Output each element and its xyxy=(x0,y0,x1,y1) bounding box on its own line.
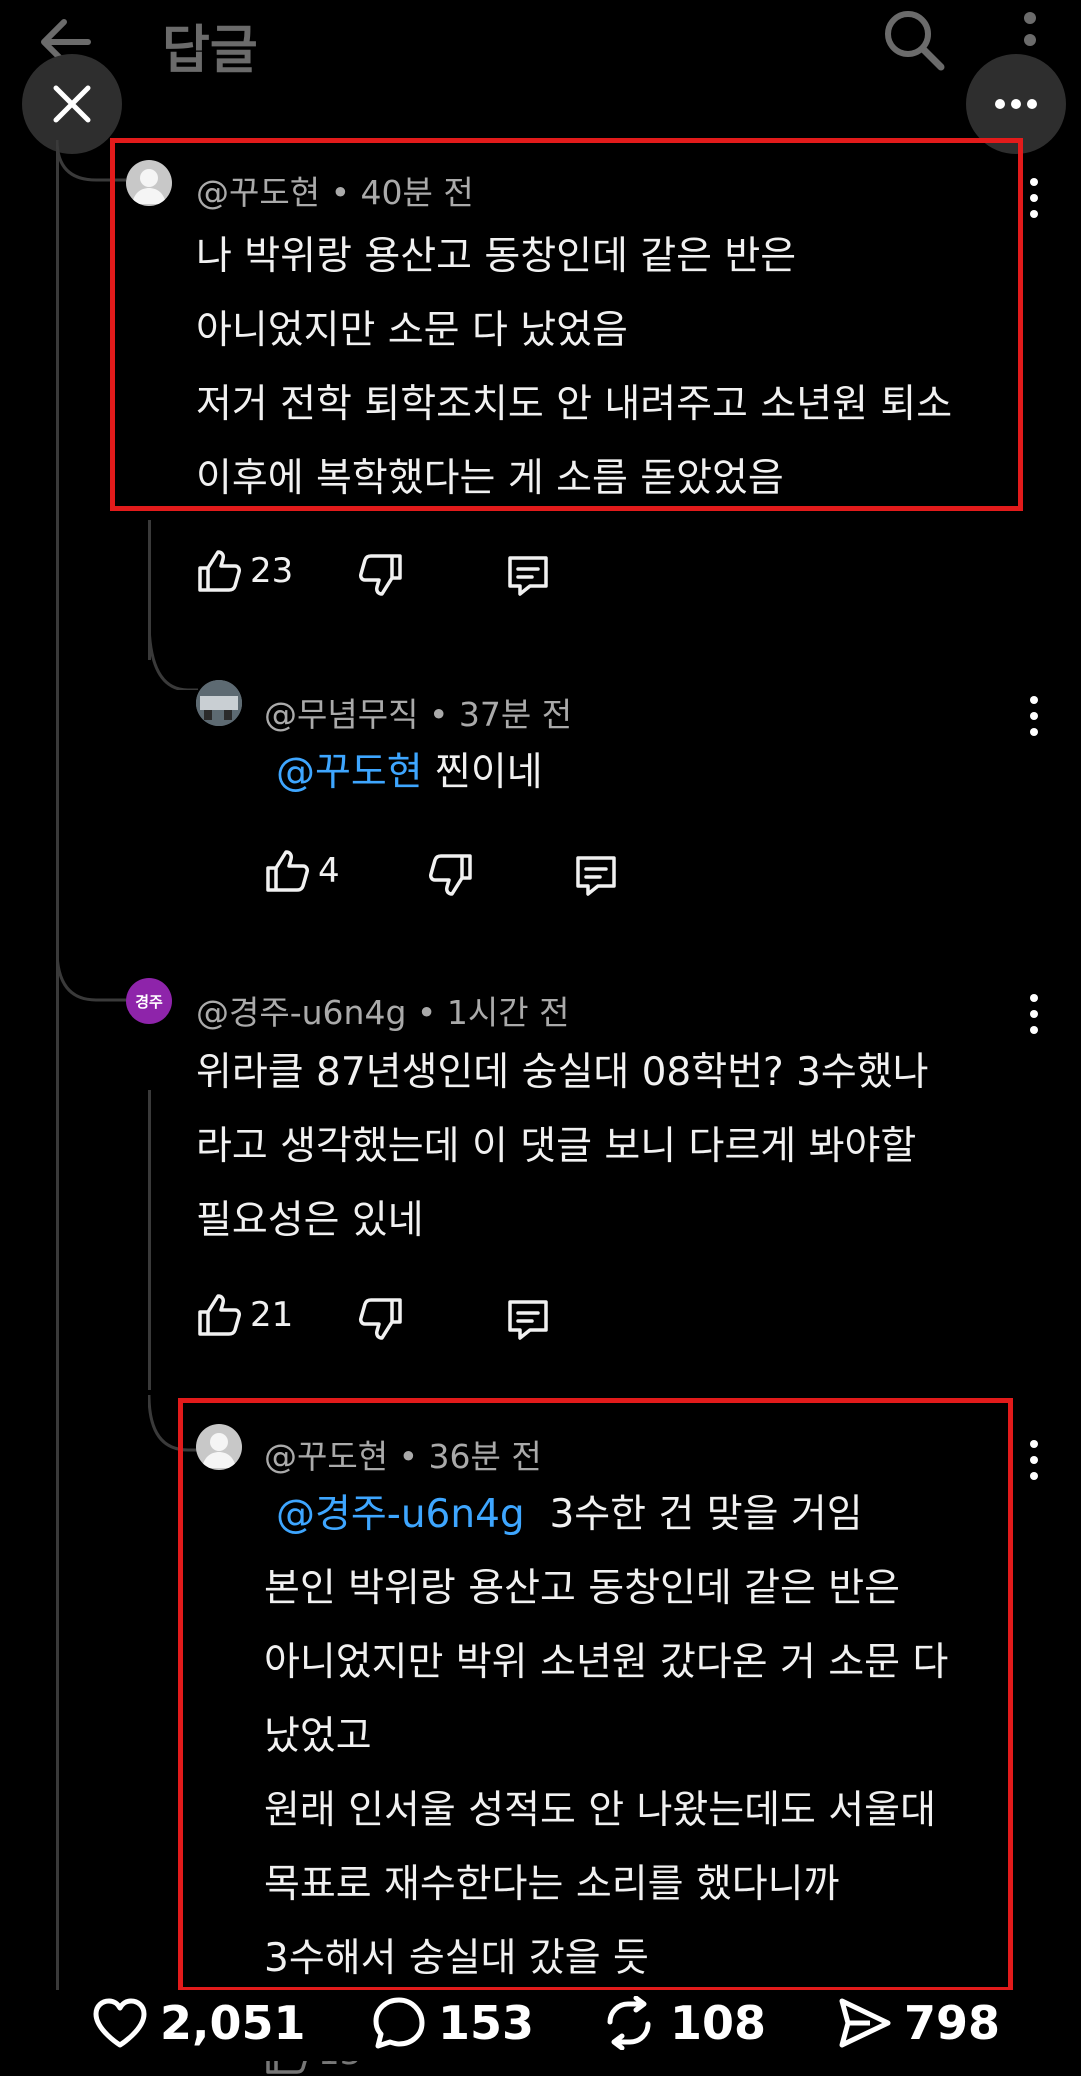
comment-text: @꾸도현 찐이네 xyxy=(276,750,543,795)
avatar[interactable] xyxy=(126,160,172,206)
thumbs-up-icon xyxy=(266,850,309,892)
heart-icon xyxy=(93,1998,147,2048)
comment-menu-button[interactable] xyxy=(1014,1440,1054,1480)
avatar[interactable] xyxy=(196,1424,242,1470)
like-count: 23 xyxy=(250,551,294,591)
default-avatar-icon xyxy=(202,1433,236,1468)
comment-total: 153 xyxy=(438,1996,535,2050)
mention-link[interactable]: @경주-u6n4g xyxy=(276,1492,525,1537)
like-count: 21 xyxy=(250,1295,294,1335)
share-total: 798 xyxy=(904,1996,1001,2050)
avatar[interactable] xyxy=(196,680,242,726)
post-share-button[interactable]: 798 xyxy=(838,1996,1000,2050)
comment-author[interactable]: @경주-u6n4g xyxy=(196,993,406,1032)
more-horiz-icon xyxy=(995,99,1037,109)
like-count: 4 xyxy=(318,851,340,891)
repost-icon xyxy=(607,1996,651,2050)
reply-button[interactable] xyxy=(572,852,620,904)
search-icon[interactable] xyxy=(882,8,946,76)
like-button[interactable]: 4 xyxy=(264,848,340,894)
comment-meta: @꾸도현 • 40분 전 xyxy=(196,173,474,212)
close-button[interactable] xyxy=(22,54,122,154)
thumbs-up-icon xyxy=(198,550,241,592)
post-like-button[interactable]: 2,051 xyxy=(92,1996,306,2050)
thumbs-down-icon xyxy=(359,554,402,596)
comment-meta: @꾸도현 • 36분 전 xyxy=(264,1437,542,1476)
comment-meta: @경주-u6n4g • 1시간 전 xyxy=(196,993,570,1032)
comment-text: 나 박위랑 용산고 동창인데 같은 반은 아니었지만 소문 다 났었음 저거 전… xyxy=(196,234,953,501)
comment-bubble-icon xyxy=(373,1997,425,2049)
thread-line xyxy=(56,150,59,1990)
comment-meta: @무념무직 • 37분 전 xyxy=(264,695,573,734)
reply-button[interactable] xyxy=(504,1296,552,1348)
post-repost-button[interactable]: 108 xyxy=(600,1996,766,2050)
comment-time: 37분 전 xyxy=(458,695,573,734)
bottom-stats-bar: 2,051 153 108 798 xyxy=(0,1990,1081,2061)
reply-comment-icon xyxy=(576,856,616,896)
post-comment-button[interactable]: 153 xyxy=(372,1996,534,2050)
comment-text: @경주-u6n4g 3수한 건 맞을 거임 xyxy=(276,1492,863,1537)
like-button[interactable]: 23 xyxy=(196,548,293,594)
dislike-button[interactable] xyxy=(428,852,474,902)
page-title: 답글 xyxy=(162,21,258,81)
comment-menu-button[interactable] xyxy=(1014,994,1054,1034)
mention-link[interactable]: @꾸도현 xyxy=(276,750,423,795)
reply-comment-icon xyxy=(508,1300,548,1340)
comment-menu-button[interactable] xyxy=(1014,696,1054,736)
dislike-button[interactable] xyxy=(358,1296,404,1346)
reply-button[interactable] xyxy=(504,552,552,604)
avatar-initials: 경주 xyxy=(135,992,163,1011)
close-icon xyxy=(53,85,91,123)
comment-author[interactable]: @무념무직 xyxy=(264,695,418,734)
comment-text: 본인 박위랑 용산고 동창인데 같은 반은 아니었지만 박위 소년원 갔다온 거… xyxy=(264,1566,949,1981)
comment-text: 위라클 87년생인데 숭실대 08학번? 3수했나 라고 생각했는데 이 댓글 … xyxy=(196,1050,929,1243)
photo-avatar-icon xyxy=(196,680,242,726)
avatar[interactable]: 경주 xyxy=(126,978,172,1024)
thumbs-down-icon xyxy=(429,854,472,896)
comment-time: 36분 전 xyxy=(428,1437,542,1476)
comment-time: 40분 전 xyxy=(360,173,474,212)
comment-time: 1시간 전 xyxy=(446,993,570,1032)
dislike-button[interactable] xyxy=(358,552,404,602)
thumbs-down-icon xyxy=(359,1298,402,1340)
comment-menu-button[interactable] xyxy=(1014,178,1054,218)
like-total: 2,051 xyxy=(160,1996,306,2050)
repost-total: 108 xyxy=(670,1996,767,2050)
thread-connector xyxy=(56,950,126,1002)
thumbs-up-icon xyxy=(198,1294,241,1336)
like-button[interactable]: 21 xyxy=(196,1292,293,1338)
default-avatar-icon xyxy=(132,169,166,204)
thread-line xyxy=(148,1090,151,1390)
comment-author[interactable]: @꾸도현 xyxy=(196,173,320,212)
send-icon xyxy=(839,1998,891,2048)
reply-comment-icon xyxy=(508,556,548,596)
comment-author[interactable]: @꾸도현 xyxy=(264,1437,388,1476)
thread-connector xyxy=(148,620,198,690)
